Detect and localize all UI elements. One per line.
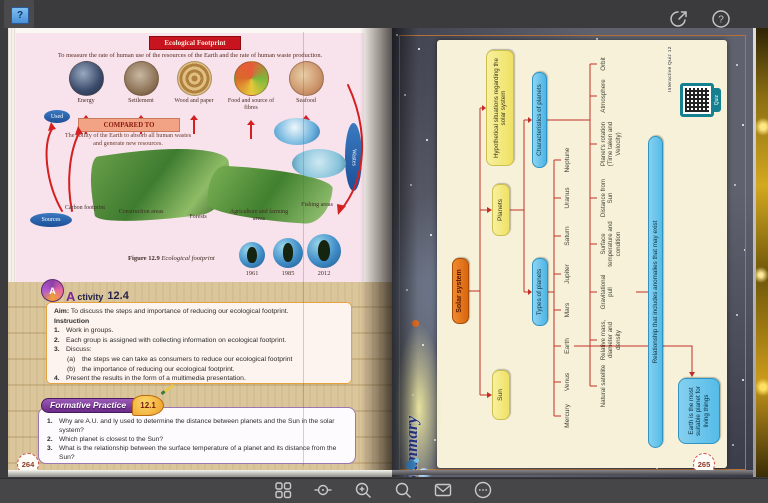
gutter-shadow-right bbox=[392, 28, 418, 477]
footprint-globe-2012 bbox=[307, 234, 341, 268]
activity-step: 1.Work in groups. bbox=[54, 326, 344, 336]
figure-caption: Figure 12.9 Ecological footprint bbox=[128, 255, 215, 262]
mindmap-characteristic-label: Surface temperature and condition bbox=[600, 220, 622, 268]
mindmap-planet-label: Jupiter bbox=[564, 256, 572, 292]
share-icon[interactable] bbox=[668, 8, 690, 30]
quiz-tab: Quiz bbox=[712, 88, 721, 112]
activity-step: 3.Discuss: bbox=[54, 345, 344, 355]
right-page: Solar system Sun Planets Hypothetical si… bbox=[392, 28, 753, 477]
mindmap-planets-node: Planets bbox=[492, 184, 510, 236]
mindmap-characteristic-label: Distance from Sun bbox=[600, 176, 615, 220]
page-crease bbox=[303, 32, 304, 466]
formative-number: 12.1 bbox=[132, 395, 164, 416]
next-page-gold-art[interactable] bbox=[756, 28, 768, 477]
search-icon[interactable] bbox=[393, 480, 413, 500]
zoom-in-icon[interactable] bbox=[353, 480, 373, 500]
footprint-globe-1961 bbox=[239, 242, 265, 268]
mindmap-planet-label: Saturn bbox=[564, 218, 572, 254]
mindmap-planet-label: Earth bbox=[564, 328, 572, 364]
mindmap-characteristic-label: Relative mass, diameter and density bbox=[600, 316, 622, 364]
page-bottom-edge bbox=[8, 470, 392, 477]
mindmap-characteristic-label: Natural satellite bbox=[600, 364, 607, 408]
thumbnail-grid-icon[interactable] bbox=[273, 480, 293, 500]
formative-box: 1.Why are A.U. and ly used to determine … bbox=[38, 407, 356, 464]
right-page-bottom-edge bbox=[392, 470, 753, 475]
activity-icon: A bbox=[41, 279, 64, 302]
mindmap-hypothetical-node: Hypothetical situations regarding the so… bbox=[486, 50, 514, 166]
hotkey-help-icon[interactable]: ? bbox=[11, 7, 29, 24]
globe-year: 1985 bbox=[271, 270, 305, 277]
mindmap-types-node: Types of planets bbox=[532, 258, 548, 326]
help-icon[interactable]: ? bbox=[710, 8, 732, 30]
mindmap-root-node: Solar system bbox=[452, 258, 469, 324]
mindmap-sun-node: Sun bbox=[492, 370, 510, 420]
quiz-qr-code[interactable] bbox=[680, 83, 714, 117]
activity-title-initial: A bbox=[66, 292, 75, 302]
activity-step: 4.Present the results in the form of a m… bbox=[54, 374, 344, 384]
gutter-shadow bbox=[360, 28, 392, 470]
bottom-toolbar bbox=[0, 478, 768, 503]
mindmap-characteristic-label: Planet's rotation (Time taken and Veloci… bbox=[600, 118, 622, 170]
globe-year: 1961 bbox=[235, 270, 269, 277]
activity-step: 2.Each group is assigned with collecting… bbox=[54, 336, 344, 346]
eco-bottom-label: Construction areas bbox=[110, 209, 172, 216]
svg-text:?: ? bbox=[718, 15, 724, 26]
eco-bottom-label: Agriculture and farming areas bbox=[228, 209, 290, 223]
fit-view-icon[interactable] bbox=[313, 480, 333, 500]
eco-bottom-label: Fishing areas bbox=[294, 202, 340, 209]
mail-icon[interactable] bbox=[433, 480, 453, 500]
activity-number: 12.4 bbox=[107, 290, 128, 302]
summary-mindmap-panel: Solar system Sun Planets Hypothetical si… bbox=[437, 40, 727, 468]
mindmap-characteristic-label: Gravitational pull bbox=[600, 270, 615, 314]
mindmap-planet-label: Mercury bbox=[564, 398, 572, 434]
formative-question: 1.Why are A.U. and ly used to determine … bbox=[47, 417, 347, 435]
formative-question: 2.Which planet is closest to the Sun? bbox=[47, 435, 347, 444]
mindmap-characteristics-node: Characteristics of planets bbox=[532, 72, 547, 168]
mindmap-planet-label: Neptune bbox=[564, 142, 572, 178]
eco-bottom-label: Carbon footprint bbox=[63, 205, 107, 212]
mindmap-planet-label: Venus bbox=[564, 364, 572, 400]
left-page: Ecological Footprint To measure the rate… bbox=[8, 28, 392, 470]
mindmap-characteristic-label: Orbit bbox=[600, 44, 607, 84]
mindmap-planet-label: Mars bbox=[564, 292, 572, 328]
mindmap-earth-note: Earth is the most suitable planet for li… bbox=[678, 378, 720, 444]
mindmap-relationship-note: Relationship that includes anomalies tha… bbox=[648, 136, 663, 448]
activity-title: ctivity bbox=[77, 292, 103, 302]
eco-footprint-panel: Ecological Footprint To measure the rate… bbox=[16, 33, 364, 282]
formative-question: 3.What is the relationship between the s… bbox=[47, 444, 347, 462]
more-options-icon[interactable] bbox=[473, 480, 493, 500]
globe-year: 2012 bbox=[307, 270, 341, 277]
ebook-reader-window: ? ? Ecological Footprint To measure the … bbox=[0, 0, 768, 503]
mindmap-planet-label: Uranus bbox=[564, 180, 572, 216]
formative-banner: Formative Practice 12.1 bbox=[41, 396, 164, 414]
eco-bottom-label: Forests bbox=[177, 214, 219, 221]
footprint-globe-1985 bbox=[273, 238, 303, 268]
formative-title: Formative Practice bbox=[41, 398, 135, 413]
interactive-quiz-caption: Interactive Quiz 12 bbox=[668, 42, 673, 92]
activity-header: A Activity 12.4 bbox=[41, 278, 129, 302]
activity-box: Aim: To discuss the steps and importance… bbox=[46, 302, 352, 384]
